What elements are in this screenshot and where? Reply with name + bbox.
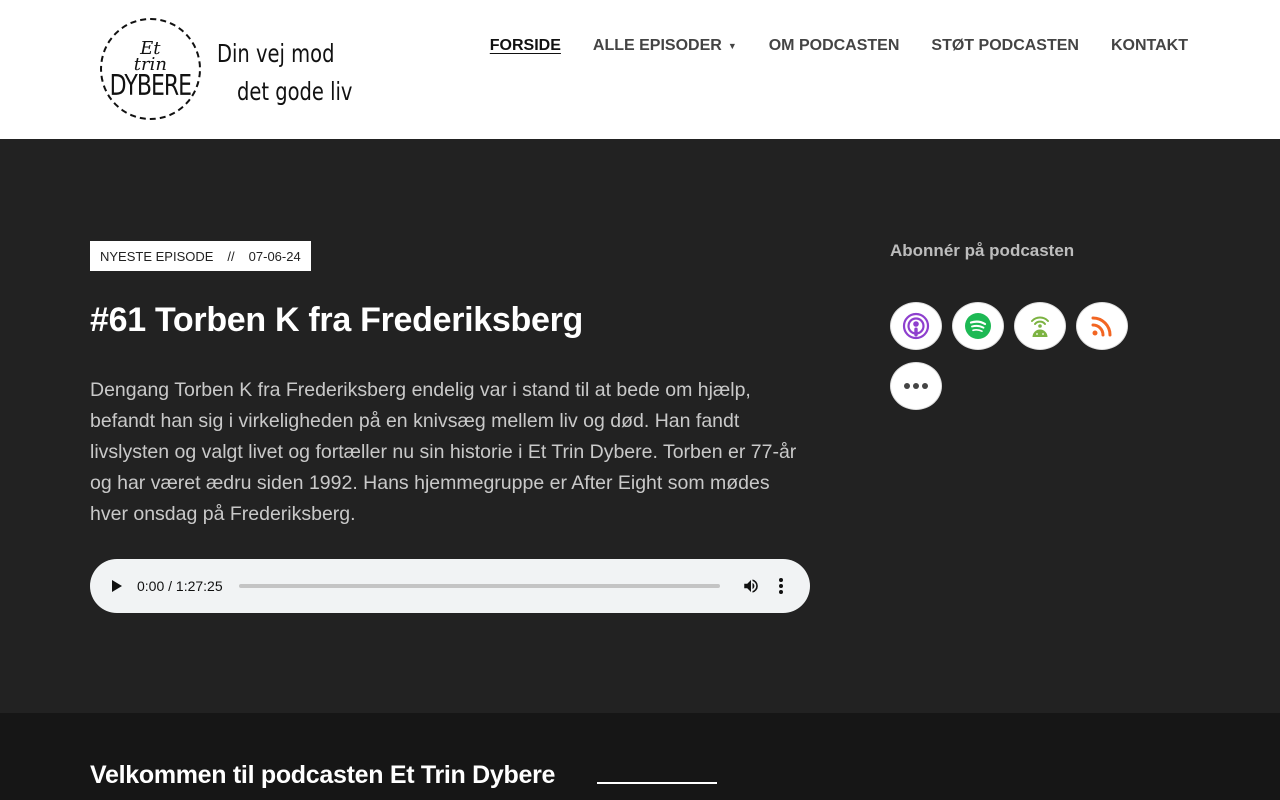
badge-label: NYESTE EPISODE [100, 248, 214, 264]
welcome-title: Velkommen til podcasten Et Trin Dybere [90, 761, 556, 789]
rss-icon[interactable] [1076, 302, 1128, 350]
subscribe-heading: Abonnér på podcasten [890, 241, 1075, 260]
audio-player: 0:00 / 1:27:25 [90, 559, 810, 613]
welcome-section: Velkommen til podcasten Et Trin Dybere [0, 713, 1280, 800]
nav-item-stot-podcasten[interactable]: STØT PODCASTEN [931, 37, 1079, 55]
nav-item-forside[interactable]: FORSIDE [490, 37, 561, 55]
more-vertical-icon[interactable] [778, 577, 784, 595]
badge-separator: // [227, 248, 235, 264]
chevron-down-icon: ▼ [727, 41, 737, 51]
nav-item-om-podcasten[interactable]: OM PODCASTEN [769, 37, 900, 55]
site-header: Et trin DYBERE Din vej mod det gode liv … [0, 0, 1280, 139]
spotify-icon[interactable] [952, 302, 1004, 350]
episode-description: Dengang Torben K fra Frederiksberg endel… [90, 379, 797, 525]
apple-podcasts-icon[interactable] [890, 302, 942, 350]
nav-item-alle-episoder[interactable]: ALLE EPISODER ▼ [593, 37, 737, 55]
tagline-line-1: Din vej mod [216, 39, 335, 68]
site-logo[interactable]: Et trin DYBERE Din vej mod det gode liv [100, 17, 352, 121]
logo-badge: Et trin DYBERE [100, 18, 201, 120]
episode-date: 07-06-24 [248, 248, 301, 264]
android-podcast-icon[interactable] [1014, 302, 1066, 350]
player-time: 0:00 / 1:27:25 [137, 578, 223, 594]
logo-line-dybere: DYBERE [109, 70, 192, 103]
latest-episode-section: NYESTE EPISODE // 07-06-24 #61 Torben K … [0, 139, 1280, 713]
subscribe-icons [890, 302, 1140, 422]
episode-meta-badge: NYESTE EPISODE // 07-06-24 [90, 241, 311, 271]
nav-item-label: ALLE EPISODER [592, 37, 722, 54]
progress-slider[interactable] [238, 584, 720, 588]
more-options-icon[interactable] [890, 362, 942, 410]
nav-item-kontakt[interactable]: KONTAKT [1111, 37, 1188, 55]
logo-tagline: Din vej mod det gode liv [216, 29, 352, 109]
episode-title[interactable]: #61 Torben K fra Frederiksberg [90, 301, 583, 340]
main-nav: FORSIDE ALLE EPISODER ▼ OM PODCASTEN STØ… [458, 34, 1188, 58]
tagline-line-2: det gode liv [236, 77, 353, 106]
play-icon[interactable] [112, 580, 122, 592]
volume-icon[interactable] [742, 577, 760, 595]
title-underline [597, 782, 717, 784]
